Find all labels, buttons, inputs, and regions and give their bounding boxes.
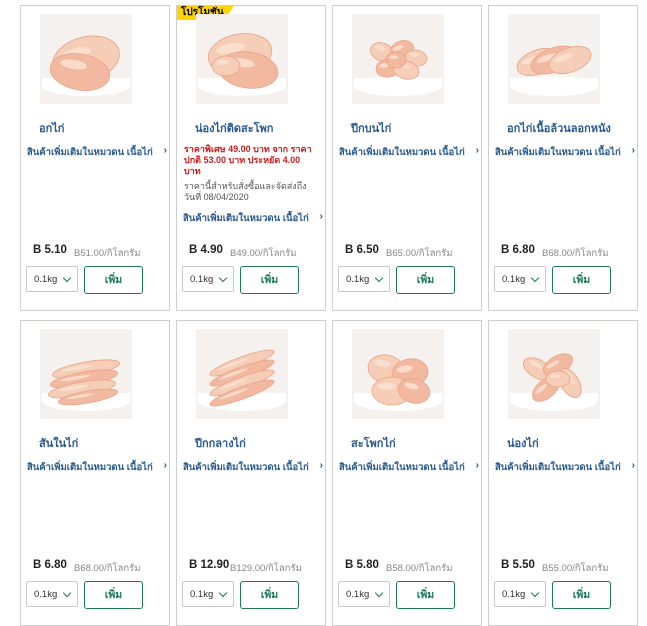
quantity-value: 0.1kg [502,274,526,285]
product-name[interactable]: น่องไก่ [507,434,539,452]
chevron-down-icon [62,273,72,283]
product-card[interactable]: สันในไก่สินค้าเพิ่มเติมในหมวดน เนื้อไก่ ›… [20,320,170,626]
product-price: B 5.50 [501,559,535,571]
add-to-cart-button[interactable]: เพิ่ม [84,266,143,294]
product-grid: อกไก่สินค้าเพิ่มเติมในหมวดน เนื้อไก่ › B 5… [0,0,647,626]
quantity-value: 0.1kg [190,274,214,285]
quantity-select[interactable]: 0.1kg [182,266,234,292]
quantity-select[interactable]: 0.1kg [338,266,390,292]
product-image[interactable] [40,14,132,104]
chevron-right-icon[interactable]: › [476,460,479,471]
chevron-down-icon [218,273,228,283]
unit-price: B68.00/กิโลกรัม [74,563,141,574]
unit-price: B55.00/กิโลกรัม [542,563,609,574]
promo-price-text: ราคาพิเศษ 49.00 บาท จาก ราคาปกติ 53.00 บ… [184,144,312,176]
product-image[interactable] [508,329,600,419]
quantity-select[interactable]: 0.1kg [182,581,234,607]
quantity-select[interactable]: 0.1kg [26,266,78,292]
related-category-link[interactable]: สินค้าเพิ่มเติมในหมวดน เนื้อไก่ [495,460,621,475]
product-name[interactable]: อกไก่เนื้อล้วนลอกหนัง [507,119,611,137]
product-price: B 6.50 [345,244,379,256]
chevron-down-icon [62,588,72,598]
add-to-cart-button[interactable]: เพิ่ม [552,266,611,294]
unit-price: B68.00/กิโลกรัม [542,248,609,259]
quantity-select[interactable]: 0.1kg [494,266,546,292]
related-category-link[interactable]: สินค้าเพิ่มเติมในหมวดน เนื้อไก่ [339,145,465,160]
chevron-down-icon [530,588,540,598]
product-name[interactable]: อกไก่ [39,119,64,137]
related-category-link[interactable]: สินค้าเพิ่มเติมในหมวดน เนื้อไก่ [495,145,621,160]
product-image[interactable] [508,14,600,104]
product-image[interactable] [40,329,132,419]
add-to-cart-button[interactable]: เพิ่ม [396,581,455,609]
chevron-right-icon[interactable]: › [476,145,479,156]
product-name[interactable]: ปีกบนไก่ [351,119,391,137]
chevron-down-icon [530,273,540,283]
product-price: B 6.80 [33,559,67,571]
product-image[interactable] [196,14,288,104]
quantity-select[interactable]: 0.1kg [26,581,78,607]
quantity-value: 0.1kg [502,589,526,600]
product-price: B 5.80 [345,559,379,571]
add-to-cart-button[interactable]: เพิ่ม [396,266,455,294]
quantity-select[interactable]: 0.1kg [494,581,546,607]
product-card[interactable]: สะโพกไก่สินค้าเพิ่มเติมในหมวดน เนื้อไก่ ›… [332,320,482,626]
add-to-cart-button[interactable]: เพิ่ม [240,266,299,294]
chevron-right-icon[interactable]: › [164,145,167,156]
related-category-link[interactable]: สินค้าเพิ่มเติมในหมวดน เนื้อไก่ [183,460,309,475]
promo-note: ราคานี้สำหรับสั่งซื้อและจัดส่งถึงวันที่ … [184,181,307,202]
product-price: B 12.90 [189,559,230,571]
add-to-cart-button[interactable]: เพิ่ม [552,581,611,609]
related-category-link[interactable]: สินค้าเพิ่มเติมในหมวดน เนื้อไก่ [27,460,153,475]
chevron-right-icon[interactable]: › [320,460,323,471]
quantity-select[interactable]: 0.1kg [338,581,390,607]
chevron-right-icon[interactable]: › [632,145,635,156]
product-image[interactable] [352,329,444,419]
unit-price: B58.00/กิโลกรัม [386,563,453,574]
product-price: B 4.90 [189,244,223,256]
product-image[interactable] [196,329,288,419]
chevron-down-icon [374,273,384,283]
product-name[interactable]: ปีกกลางไก่ [195,434,246,452]
product-card[interactable]: อกไก่เนื้อล้วนลอกหนังสินค้าเพิ่มเติมในหม… [488,5,638,311]
product-card[interactable]: โปรโมชั่น น่องไก่ติดสะโพก ราคาพิเศษ 49.00 … [176,5,326,311]
related-category-link[interactable]: สินค้าเพิ่มเติมในหมวดน เนื้อไก่ [183,211,309,226]
related-category-link[interactable]: สินค้าเพิ่มเติมในหมวดน เนื้อไก่ [339,460,465,475]
product-name[interactable]: น่องไก่ติดสะโพก [195,119,273,137]
add-to-cart-button[interactable]: เพิ่ม [84,581,143,609]
unit-price: B51.00/กิโลกรัม [74,248,141,259]
unit-price: B129.00/กิโลกรัม [230,563,302,574]
chevron-down-icon [374,588,384,598]
product-card[interactable]: ปีกกลางไก่สินค้าเพิ่มเติมในหมวดน เนื้อไก… [176,320,326,626]
product-card[interactable]: อกไก่สินค้าเพิ่มเติมในหมวดน เนื้อไก่ › B 5… [20,5,170,311]
quantity-value: 0.1kg [346,274,370,285]
chevron-right-icon[interactable]: › [164,460,167,471]
chevron-right-icon[interactable]: › [632,460,635,471]
chevron-right-icon[interactable]: › [320,211,323,222]
product-card[interactable]: ปีกบนไก่สินค้าเพิ่มเติมในหมวดน เนื้อไก่ ›… [332,5,482,311]
product-price: B 5.10 [33,244,67,256]
product-image[interactable] [352,14,444,104]
unit-price: B49.00/กิโลกรัม [230,248,297,259]
product-card[interactable]: น่องไก่สินค้าเพิ่มเติมในหมวดน เนื้อไก่ › B… [488,320,638,626]
product-price: B 6.80 [501,244,535,256]
chevron-down-icon [218,588,228,598]
quantity-value: 0.1kg [346,589,370,600]
quantity-value: 0.1kg [34,589,58,600]
quantity-value: 0.1kg [34,274,58,285]
quantity-value: 0.1kg [190,589,214,600]
add-to-cart-button[interactable]: เพิ่ม [240,581,299,609]
related-category-link[interactable]: สินค้าเพิ่มเติมในหมวดน เนื้อไก่ [27,145,153,160]
unit-price: B65.00/กิโลกรัม [386,248,453,259]
product-name[interactable]: สันในไก่ [39,434,78,452]
product-name[interactable]: สะโพกไก่ [351,434,396,452]
